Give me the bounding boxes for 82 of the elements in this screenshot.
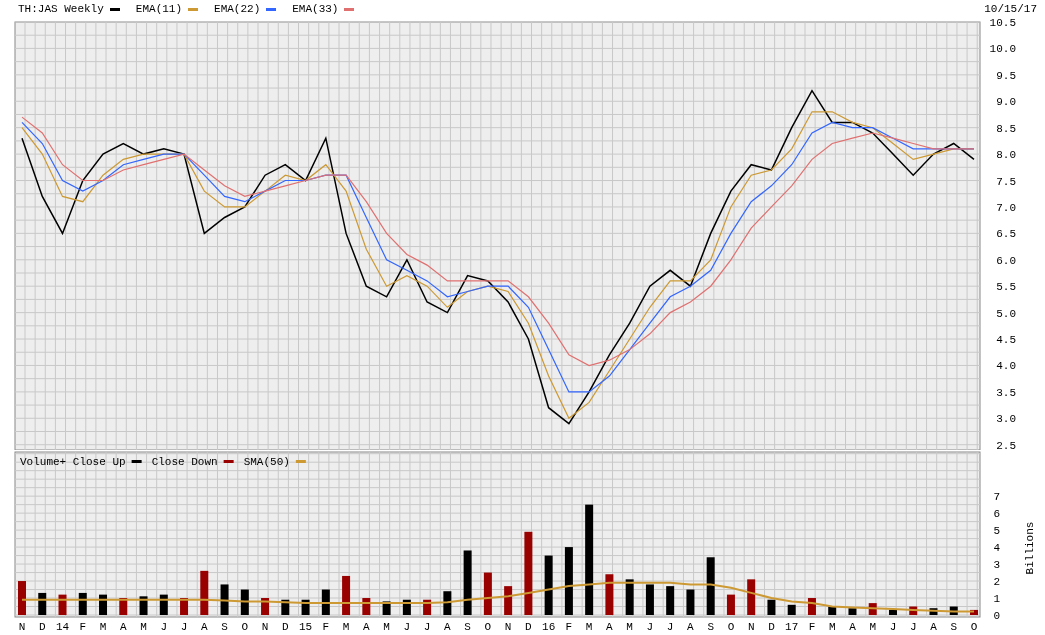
x-tick-label: J [403, 621, 411, 633]
x-tick-label: 17 [785, 621, 799, 633]
y-tick-label: 3 [993, 559, 1000, 572]
y-tick-label: 8.5 [996, 122, 1016, 135]
x-tick-label: S [464, 621, 471, 633]
y-tick-label: 8.0 [996, 149, 1016, 162]
x-tick-label: M [99, 621, 107, 633]
x-tick-label: O [970, 621, 978, 633]
x-tick-label: F [808, 621, 816, 633]
x-tick-label: N [18, 621, 26, 633]
x-tick-label: 15 [298, 621, 313, 633]
x-tick-label: A [687, 621, 694, 633]
x-tick-label: 14 [55, 621, 70, 633]
x-tick-label: O [727, 621, 735, 633]
x-tick-label: D [768, 621, 775, 633]
y-tick-label: 9.0 [996, 96, 1016, 109]
y-tick-label: 3.0 [996, 413, 1016, 426]
y-tick-label: 4 [993, 542, 1000, 555]
y-tick-label: 1 [993, 593, 1000, 605]
y-tick-label: 4.5 [996, 334, 1016, 347]
y-tick-label: 5.5 [996, 281, 1016, 294]
x-tick-label: J [160, 621, 168, 633]
y-tick-label: 9.5 [996, 69, 1016, 82]
x-tick-label: J [180, 621, 188, 633]
x-tick-label: N [504, 621, 512, 633]
y-tick-label: 7.0 [996, 201, 1016, 214]
x-tick-label: 16 [542, 621, 556, 633]
x-tick-label: S [707, 621, 714, 633]
x-tick-label: M [869, 621, 877, 633]
x-tick-label: S [221, 621, 228, 633]
x-tick-label: A [606, 621, 613, 633]
y-tick-label: 6 [993, 508, 1000, 521]
y-tick-label: 5 [993, 525, 1000, 538]
legend-label: EMA(22) [214, 3, 261, 15]
x-tick-label: S [950, 621, 958, 633]
y-tick-label: 10.5 [989, 18, 1016, 29]
y-tick-label: 0 [993, 610, 1000, 622]
y-tick-label: 4.0 [996, 360, 1016, 373]
x-tick-label: J [666, 621, 674, 633]
y-tick-label: 7 [993, 491, 1000, 504]
x-tick-label: A [363, 621, 370, 633]
date-label: 10/15/17 [984, 3, 1037, 15]
x-tick-label: M [626, 621, 633, 633]
x-tick-label: F [322, 621, 330, 633]
x-tick-label: A [444, 621, 451, 633]
x-tick-label: A [201, 621, 208, 633]
legend-label: EMA(11) [135, 3, 183, 15]
y-tick-label: 2.5 [996, 439, 1016, 450]
x-tick-label: M [828, 621, 836, 633]
y-tick-label: 6.5 [996, 228, 1016, 241]
legend-label: Close Down [151, 456, 218, 468]
x-tick-label: D [282, 621, 289, 633]
y-tick-label: 5.0 [996, 307, 1016, 320]
x-tick-label: M [383, 621, 390, 633]
x-tick-label: J [646, 621, 654, 633]
x-tick-label: M [342, 621, 350, 633]
y-tick-label: 10.0 [989, 43, 1016, 56]
x-tick-label: F [79, 621, 87, 633]
x-tick-label: M [585, 621, 593, 633]
y-tick-label: 2 [993, 576, 1000, 589]
y-tick-label: 6.0 [996, 254, 1016, 267]
x-tick-label: O [484, 621, 492, 633]
x-tick-label: J [423, 621, 431, 633]
y-tick-label: 3.5 [996, 386, 1016, 399]
x-tick-label: A [119, 621, 127, 633]
x-tick-label: O [241, 621, 249, 633]
x-tick-label: M [140, 621, 147, 633]
x-tick-label: F [565, 621, 573, 633]
x-tick-label: N [747, 621, 755, 633]
x-tick-label: D [38, 621, 46, 633]
x-tick-label: N [261, 621, 269, 633]
x-tick-label: A [849, 621, 856, 633]
legend-label: EMA(33) [292, 3, 339, 15]
x-tick-label: J [889, 621, 897, 633]
legend-label: TH:JAS Weekly [18, 3, 104, 15]
legend-label: Volume+ Close Up [20, 456, 126, 468]
y-tick-label: 7.5 [996, 175, 1016, 188]
x-tick-label: A [930, 621, 937, 633]
x-tick-label: J [909, 621, 917, 633]
x-tick-label: D [525, 621, 532, 633]
axis-label: Billions [1024, 521, 1036, 575]
legend-label: SMA(50) [243, 456, 290, 468]
